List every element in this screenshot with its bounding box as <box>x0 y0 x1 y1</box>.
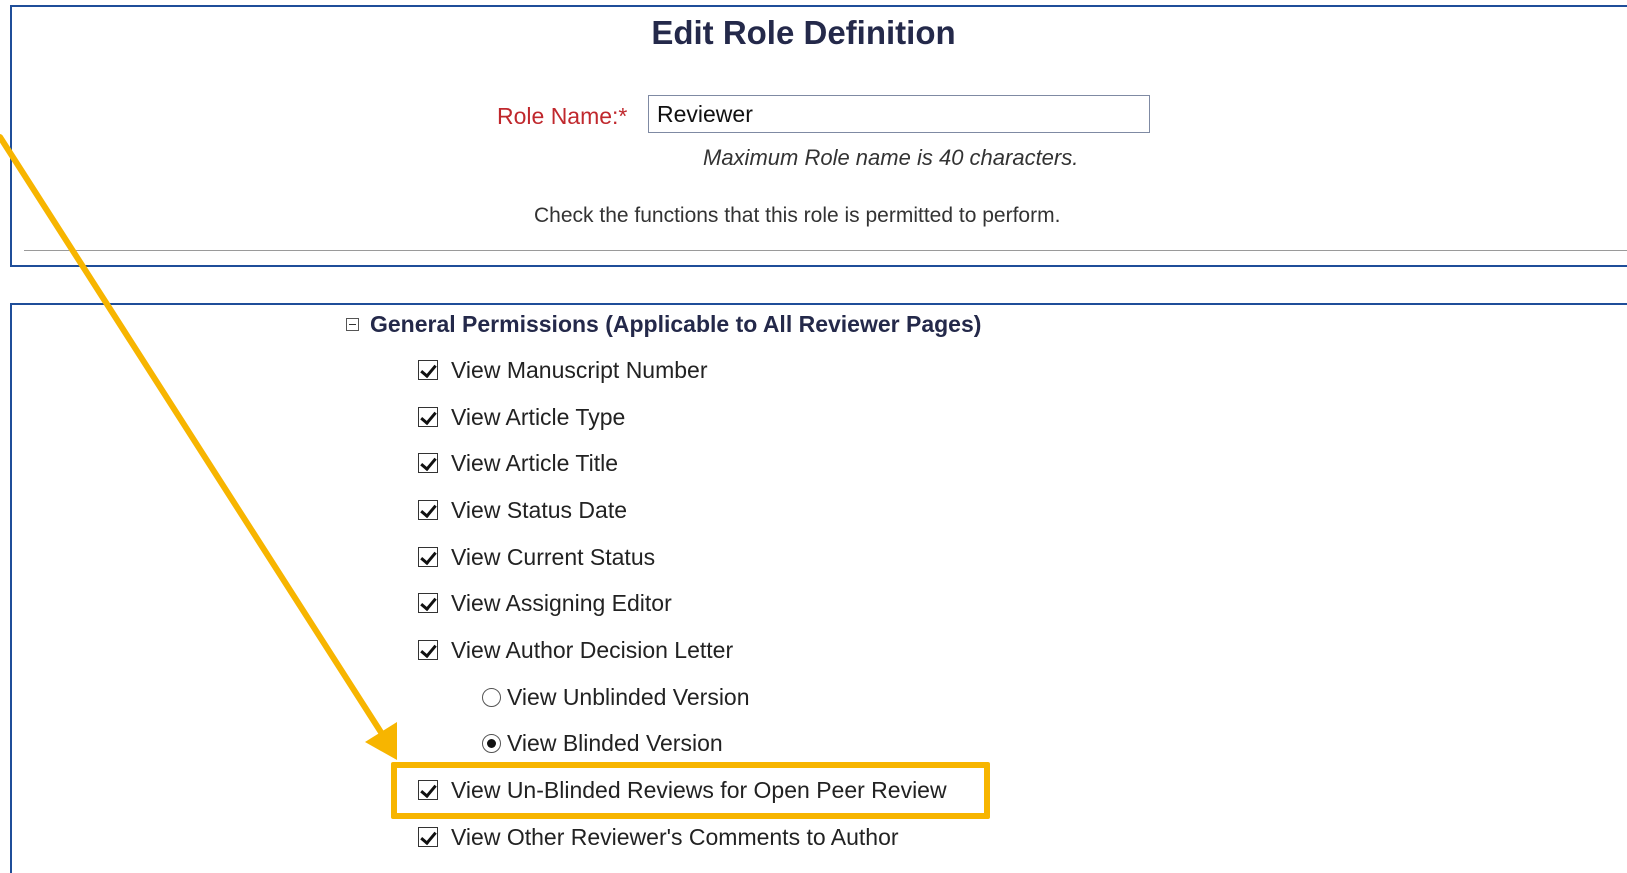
highlight-box <box>391 762 990 819</box>
permission-item[interactable]: View Article Title <box>418 448 618 478</box>
checkbox[interactable] <box>418 407 438 427</box>
role-name-input[interactable] <box>648 95 1150 133</box>
role-name-label: Role Name:* <box>497 103 628 129</box>
radio-button[interactable] <box>482 687 501 707</box>
checkbox[interactable] <box>418 360 438 380</box>
permission-label: View Article Type <box>451 403 626 430</box>
radio-label: View Unblinded Version <box>507 683 750 710</box>
collapse-icon[interactable] <box>346 318 359 331</box>
permission-label: View Other Reviewer's Comments to Author <box>451 823 899 850</box>
checkbox[interactable] <box>418 640 438 660</box>
permission-label: View Assigning Editor <box>451 589 672 616</box>
permission-label: View Author Decision Letter <box>451 636 734 663</box>
checkbox[interactable] <box>418 500 438 520</box>
permission-label: View Article Title <box>451 449 619 476</box>
permission-label: View Current Status <box>451 543 656 570</box>
radio-option-blinded[interactable]: View Blinded Version <box>482 728 723 758</box>
instructions-text: Check the functions that this role is pe… <box>534 204 1061 227</box>
role-name-hint: Maximum Role name is 40 characters. <box>703 145 1079 170</box>
checkbox[interactable] <box>418 593 438 613</box>
radio-option-unblinded[interactable]: View Unblinded Version <box>482 682 750 712</box>
permission-item[interactable]: View Status Date <box>418 495 627 525</box>
permission-item[interactable]: View Current Status <box>418 542 655 572</box>
divider <box>24 250 1627 251</box>
permission-item[interactable]: View Article Type <box>418 402 625 432</box>
page-title: Edit Role Definition <box>651 14 956 51</box>
permission-label: View Status Date <box>451 496 628 523</box>
radio-button[interactable] <box>482 733 501 753</box>
permission-item[interactable]: View Manuscript Number <box>418 355 708 385</box>
checkbox[interactable] <box>418 827 438 847</box>
general-permissions-header[interactable]: General Permissions (Applicable to All R… <box>346 311 981 338</box>
permission-item[interactable]: View Author Decision Letter <box>418 635 733 665</box>
radio-label: View Blinded Version <box>507 729 723 756</box>
checkbox[interactable] <box>418 453 438 473</box>
section-title: General Permissions (Applicable to All R… <box>370 311 982 337</box>
permission-item[interactable]: View Other Reviewer's Comments to Author <box>418 822 899 852</box>
permission-label: View Manuscript Number <box>451 356 708 383</box>
permission-item[interactable]: View Assigning Editor <box>418 588 672 618</box>
checkbox[interactable] <box>418 547 438 567</box>
